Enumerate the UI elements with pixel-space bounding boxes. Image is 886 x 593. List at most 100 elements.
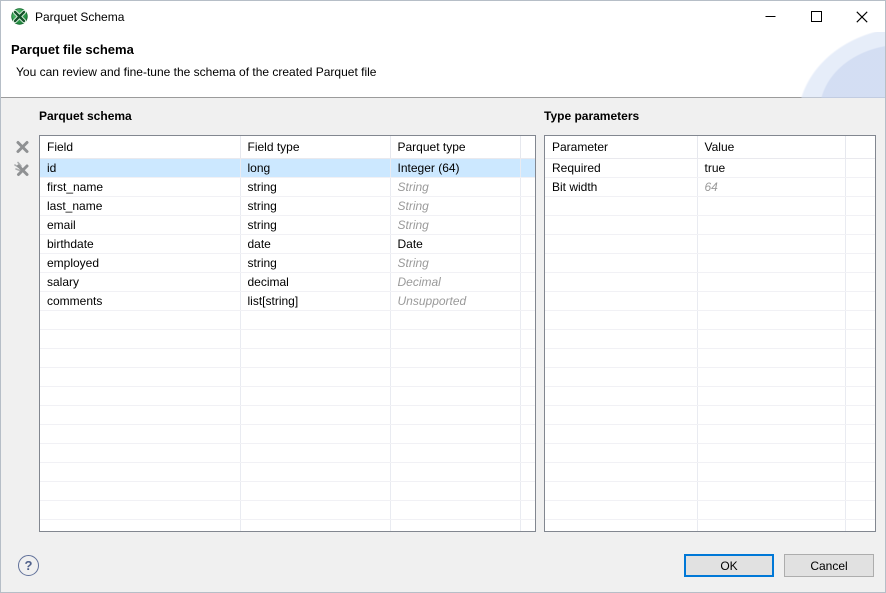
empty-row: [545, 329, 875, 348]
cell-field-type[interactable]: string: [240, 215, 390, 234]
minimize-button[interactable]: [747, 1, 793, 32]
parquet-node-icon: [11, 8, 28, 25]
parameters-table-header: Parameter Value: [545, 136, 875, 158]
empty-row: [545, 310, 875, 329]
empty-row: [545, 234, 875, 253]
help-icon: ?: [25, 558, 33, 573]
cell-parquet-type[interactable]: String: [390, 177, 520, 196]
cell-filler: [520, 215, 535, 234]
cell-field[interactable]: last_name: [40, 196, 240, 215]
empty-row: [40, 443, 535, 462]
cell-filler: [520, 234, 535, 253]
empty-row: [545, 386, 875, 405]
empty-row: [40, 405, 535, 424]
remove-icon: [15, 139, 30, 154]
empty-row: [40, 348, 535, 367]
empty-row: [545, 481, 875, 500]
cell-field-type[interactable]: date: [240, 234, 390, 253]
cell-filler: [520, 272, 535, 291]
empty-row: [40, 367, 535, 386]
remove-field-button[interactable]: [13, 137, 31, 155]
empty-row: [545, 424, 875, 443]
cell-value[interactable]: 64: [697, 177, 845, 196]
empty-row: [545, 367, 875, 386]
cell-field[interactable]: salary: [40, 272, 240, 291]
cell-field-type[interactable]: list[string]: [240, 291, 390, 310]
table-row[interactable]: Requiredtrue: [545, 158, 875, 177]
cell-field[interactable]: first_name: [40, 177, 240, 196]
cell-parquet-type[interactable]: Integer (64): [390, 158, 520, 177]
cell-parquet-type[interactable]: String: [390, 196, 520, 215]
cell-field-type[interactable]: long: [240, 158, 390, 177]
maximize-button[interactable]: [793, 1, 839, 32]
ok-button[interactable]: OK: [684, 554, 774, 577]
column-header-value[interactable]: Value: [697, 136, 845, 158]
parameters-table: Parameter Value RequiredtrueBit width64: [544, 135, 876, 532]
cancel-button[interactable]: Cancel: [784, 554, 874, 577]
cell-field[interactable]: email: [40, 215, 240, 234]
minimize-icon: [765, 11, 776, 22]
close-button[interactable]: [839, 1, 885, 32]
cell-parquet-type[interactable]: Unsupported: [390, 291, 520, 310]
empty-row: [545, 519, 875, 532]
empty-row: [40, 329, 535, 348]
table-row[interactable]: last_namestringString: [40, 196, 535, 215]
empty-row: [545, 462, 875, 481]
cell-filler: [520, 196, 535, 215]
cell-filler: [520, 291, 535, 310]
cell-parameter[interactable]: Required: [545, 158, 697, 177]
column-header-filler: [520, 136, 535, 158]
cell-filler: [845, 177, 875, 196]
table-row[interactable]: birthdatedateDate: [40, 234, 535, 253]
empty-row: [545, 500, 875, 519]
title-bar[interactable]: Parquet Schema: [1, 1, 885, 32]
cell-parquet-type[interactable]: String: [390, 253, 520, 272]
cell-field-type[interactable]: string: [240, 177, 390, 196]
empty-row: [545, 272, 875, 291]
empty-row: [545, 291, 875, 310]
page-title: Parquet file schema: [11, 42, 134, 57]
cell-field[interactable]: comments: [40, 291, 240, 310]
schema-table-body: idlongInteger (64)first_namestringString…: [40, 158, 535, 532]
cell-parquet-type[interactable]: String: [390, 215, 520, 234]
empty-row: [40, 519, 535, 532]
schema-table-header: Field Field type Parquet type: [40, 136, 535, 158]
header-swoosh-decoration: [765, 32, 885, 98]
dialog-header: Parquet file schema You can review and f…: [1, 32, 885, 98]
table-row[interactable]: first_namestringString: [40, 177, 535, 196]
parameters-panel-label: Type parameters: [544, 109, 639, 123]
column-header-parquet-type[interactable]: Parquet type: [390, 136, 520, 158]
table-row[interactable]: salarydecimalDecimal: [40, 272, 535, 291]
cell-field[interactable]: birthdate: [40, 234, 240, 253]
column-header-field-type[interactable]: Field type: [240, 136, 390, 158]
cell-parameter[interactable]: Bit width: [545, 177, 697, 196]
cell-field[interactable]: employed: [40, 253, 240, 272]
empty-row: [545, 253, 875, 272]
remove-all-fields-button[interactable]: [13, 160, 31, 178]
cell-filler: [520, 158, 535, 177]
table-row[interactable]: Bit width64: [545, 177, 875, 196]
remove-all-icon: [14, 161, 30, 177]
empty-row: [545, 196, 875, 215]
cell-field-type[interactable]: string: [240, 253, 390, 272]
cell-filler: [845, 158, 875, 177]
table-row[interactable]: commentslist[string]Unsupported: [40, 291, 535, 310]
column-header-filler: [845, 136, 875, 158]
empty-row: [40, 424, 535, 443]
cell-parquet-type[interactable]: Date: [390, 234, 520, 253]
table-row[interactable]: employedstringString: [40, 253, 535, 272]
cell-filler: [520, 253, 535, 272]
cell-field-type[interactable]: string: [240, 196, 390, 215]
cell-filler: [520, 177, 535, 196]
window-title: Parquet Schema: [35, 10, 124, 24]
maximize-icon: [811, 11, 822, 22]
cell-value[interactable]: true: [697, 158, 845, 177]
cell-field[interactable]: id: [40, 158, 240, 177]
cell-parquet-type[interactable]: Decimal: [390, 272, 520, 291]
cell-field-type[interactable]: decimal: [240, 272, 390, 291]
column-header-parameter[interactable]: Parameter: [545, 136, 697, 158]
column-header-field[interactable]: Field: [40, 136, 240, 158]
table-row[interactable]: idlongInteger (64): [40, 158, 535, 177]
help-button[interactable]: ?: [18, 555, 39, 576]
table-row[interactable]: emailstringString: [40, 215, 535, 234]
